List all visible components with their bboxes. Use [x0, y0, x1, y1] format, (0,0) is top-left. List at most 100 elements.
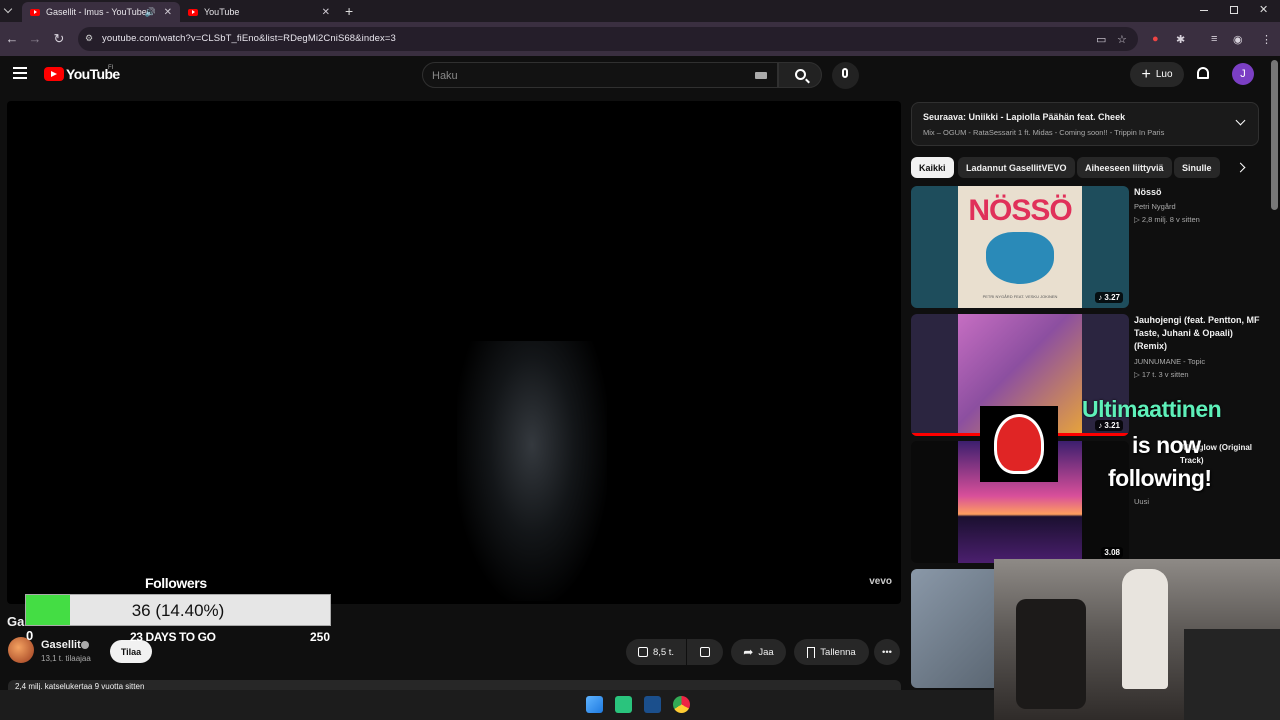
- page-scrollbar[interactable]: [1271, 60, 1278, 210]
- bookmark-icon: [807, 646, 816, 658]
- reload-icon[interactable]: ↻: [51, 31, 67, 47]
- duration-badge: 3.08: [1101, 547, 1123, 558]
- video-title[interactable]: Jauhojengi (feat. Pentton, MF Taste, Juh…: [1134, 314, 1260, 353]
- voice-search-button[interactable]: [832, 62, 859, 89]
- followers-goal-value: 36 (14.40%): [131, 601, 225, 620]
- goal-max: 250: [310, 630, 331, 644]
- video-meta: Uusi: [1134, 497, 1150, 506]
- microphone-icon: [842, 68, 848, 78]
- album-cover: NÖSSÖ PETRI NYGÅRD FEAT. VESKU JOKINEN: [958, 186, 1082, 308]
- account-avatar[interactable]: J: [1232, 63, 1254, 85]
- profile-icon[interactable]: ◉: [1233, 33, 1243, 46]
- chrome-menu-icon[interactable]: ⋮: [1261, 33, 1272, 46]
- youtube-header: YouTube FI Haku + Luo J: [0, 56, 1270, 94]
- extension-icon[interactable]: ●: [1152, 33, 1159, 45]
- region-code: FI: [108, 65, 114, 71]
- close-window-button[interactable]: ✕: [1259, 3, 1268, 16]
- alert-mascot-icon: [994, 414, 1044, 474]
- search-placeholder: Haku: [432, 70, 458, 82]
- channel-name[interactable]: Gasellit: [41, 639, 81, 651]
- verified-check-icon: [81, 641, 89, 649]
- views-description[interactable]: 2,4 milj. katselukertaa 9 vuotta sitten: [8, 680, 901, 690]
- keyboard-icon[interactable]: [755, 72, 767, 79]
- chevron-down-icon[interactable]: [1235, 115, 1246, 126]
- webcam-chair: [1016, 599, 1086, 709]
- chevron-right-icon[interactable]: [1235, 162, 1246, 173]
- share-button[interactable]: ➦ Jaa: [731, 639, 786, 665]
- windows-start-icon[interactable]: [586, 696, 603, 713]
- chrome-icon[interactable]: [673, 696, 690, 713]
- close-tab-icon[interactable]: ✕: [322, 7, 330, 18]
- thumbs-up-icon: [637, 647, 648, 657]
- playlist-up-next[interactable]: Seuraava: Uniikki - Lapiolla Päähän feat…: [911, 102, 1259, 146]
- thumbs-down-icon: [700, 647, 710, 657]
- taskbar: [0, 690, 994, 720]
- video-meta: ▷ 2,8 milj. 8 v sitten: [1134, 215, 1200, 224]
- youtube-favicon-icon: [188, 8, 198, 16]
- video-thumbnail-nosso[interactable]: NÖSSÖ PETRI NYGÅRD FEAT. VESKU JOKINEN ♪…: [911, 186, 1129, 308]
- like-button[interactable]: 8,5 t.: [626, 639, 686, 665]
- steam-icon[interactable]: [644, 696, 661, 713]
- forward-arrow-icon[interactable]: →: [27, 31, 43, 47]
- chip-for-you[interactable]: Sinulle: [1174, 157, 1220, 178]
- plus-icon: +: [1141, 65, 1151, 83]
- goal-days-left: 23 DAYS TO GO: [130, 630, 216, 644]
- share-arrow-icon: ➦: [743, 645, 754, 659]
- media-control-icon[interactable]: ≡: [1211, 33, 1217, 45]
- search-input[interactable]: Haku: [422, 62, 778, 88]
- search-button[interactable]: [778, 62, 822, 88]
- address-bar[interactable]: ⚙ youtube.com/watch?v=CLSbT_fiEno&list=R…: [78, 27, 1138, 51]
- minimize-button[interactable]: [1200, 10, 1208, 11]
- chip-uploaded-by[interactable]: Ladannut GasellitVEVO: [958, 157, 1075, 178]
- tab-title: Gasellit - Imus - YouTube: [46, 7, 147, 17]
- tab-youtube[interactable]: YouTube ✕: [180, 2, 338, 22]
- video-title[interactable]: Nössö: [1134, 186, 1260, 199]
- cover-title: NÖSSÖ: [968, 194, 1072, 227]
- up-next-title: Seuraava: Uniikki - Lapiolla Päähän feat…: [923, 112, 1126, 122]
- bookmark-star-icon[interactable]: ☆: [1117, 33, 1127, 46]
- tab-list-chevron-icon[interactable]: [3, 4, 13, 14]
- webcam-couch: [1184, 629, 1280, 720]
- vevo-watermark: vevo: [869, 576, 892, 587]
- new-tab-button[interactable]: +: [345, 3, 353, 19]
- video-channel[interactable]: Petri Nygård: [1134, 200, 1176, 213]
- duration-badge: ♪ 3.27: [1095, 292, 1123, 303]
- video-frame-figure: [457, 341, 607, 601]
- video-channel[interactable]: JUNNUMANE - Topic: [1134, 355, 1205, 368]
- followers-goal-bar: 36 (14.40%): [25, 594, 331, 626]
- like-count: 8,5 t.: [652, 646, 675, 658]
- site-info-icon[interactable]: ⚙: [85, 33, 93, 44]
- tab-title: YouTube: [204, 7, 240, 17]
- follow-alert-line2: following!: [1108, 465, 1212, 491]
- youtube-logo-icon[interactable]: [44, 67, 64, 81]
- youtube-favicon-icon: [30, 8, 40, 16]
- cover-credit: PETRI NYGÅRD FEAT. VESKU JOKINEN: [982, 294, 1058, 299]
- create-button[interactable]: + Luo: [1130, 62, 1184, 87]
- search-icon: [795, 69, 806, 80]
- chip-related[interactable]: Aiheeseen liittyviä: [1077, 157, 1172, 178]
- cover-cat-figure: [986, 232, 1054, 284]
- create-label: Luo: [1155, 69, 1173, 80]
- subscriber-count: 13,1 t. tilaajaa: [41, 654, 91, 663]
- dislike-button[interactable]: [687, 639, 723, 665]
- url-text[interactable]: youtube.com/watch?v=CLSbT_fiEno&list=RDe…: [102, 33, 396, 44]
- cast-icon[interactable]: ▭: [1096, 33, 1106, 46]
- video-meta: ▷ 17 t. 3 v sitten: [1134, 370, 1189, 379]
- tab-gasellit[interactable]: Gasellit - Imus - YouTube 🔊 ✕: [22, 2, 180, 22]
- browser-tab-bar: Gasellit - Imus - YouTube 🔊 ✕ YouTube ✕ …: [0, 0, 1280, 22]
- menu-icon[interactable]: [13, 67, 27, 79]
- chip-all[interactable]: Kaikki: [911, 157, 954, 178]
- save-button[interactable]: Tallenna: [794, 639, 869, 665]
- save-label: Tallenna: [820, 646, 856, 658]
- notifications-bell-icon[interactable]: [1197, 67, 1209, 79]
- back-arrow-icon[interactable]: ←: [4, 31, 20, 47]
- up-next-subtitle: Mix – OGUM - RataSessarit 1 ft. Midas - …: [923, 128, 1165, 137]
- video-player[interactable]: vevo: [7, 101, 901, 604]
- close-tab-icon[interactable]: ✕: [164, 7, 172, 18]
- android-app-icon[interactable]: [615, 696, 632, 713]
- puzzle-extensions-icon[interactable]: ✱: [1176, 33, 1185, 46]
- restore-button[interactable]: [1230, 6, 1238, 14]
- more-actions-button[interactable]: •••: [874, 639, 900, 665]
- follow-alert-line1: is now: [1132, 432, 1201, 458]
- follow-alert-logo: [980, 406, 1058, 482]
